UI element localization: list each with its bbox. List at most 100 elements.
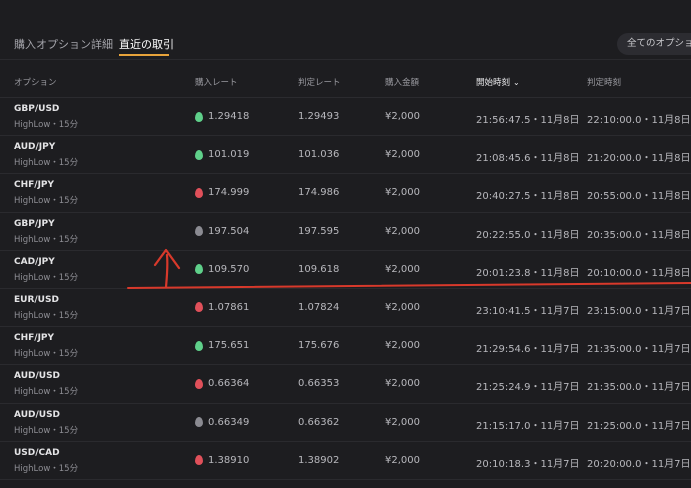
table-row[interactable]: AUD/USD HighLow・15分 0.66364 0.66353 ¥2,0… — [0, 365, 691, 404]
row-judge-rate: 174.986 — [298, 187, 340, 199]
row-currency-pair: CHF/JPY — [14, 333, 55, 344]
column-header-start-time[interactable]: 開始時刻 ⌄ — [476, 76, 520, 88]
table-row[interactable]: CHF/JPY HighLow・15分 174.999 174.986 ¥2,0… — [0, 174, 691, 213]
row-buy-rate: 0.66349 — [195, 417, 249, 428]
table-row[interactable]: GBP/JPY HighLow・15分 197.504 197.595 ¥2,0… — [0, 213, 691, 251]
row-judge-time: 21:35:00.0・11月7日 — [587, 344, 691, 356]
row-start-time: 21:08:45.6・11月8日 — [476, 153, 580, 165]
row-amount: ¥2,000 — [385, 340, 420, 352]
table-row[interactable]: CAD/JPY HighLow・15分 109.570 109.618 ¥2,0… — [0, 251, 691, 289]
table-row[interactable]: CHF/JPY HighLow・15分 175.651 175.676 ¥2,0… — [0, 327, 691, 366]
row-amount: ¥2,000 — [385, 416, 420, 428]
row-start-time: 20:22:55.0・11月8日 — [476, 229, 580, 241]
row-currency-pair: AUD/USD — [14, 409, 61, 420]
row-amount: ¥2,000 — [385, 454, 420, 466]
row-currency-pair: AUD/JPY — [14, 142, 56, 153]
column-header-judge-time[interactable]: 判定時刻 — [587, 76, 621, 88]
row-judge-time: 22:10:00.0・11月8日 — [587, 115, 691, 126]
row-option-type: HighLow・15分 — [14, 349, 79, 360]
row-start-time: 21:25:24.9・11月7日 — [476, 382, 580, 394]
row-option-type: HighLow・15分 — [14, 120, 79, 130]
row-judge-time: 23:15:00.0・11月7日 — [587, 305, 691, 317]
table-row[interactable]: AUD/USD HighLow・15分 0.66349 0.66362 ¥2,0… — [0, 404, 691, 442]
trade-table-body: GBP/USD HighLow・15分 1.29418 1.29493 ¥2,0… — [0, 98, 691, 480]
table-row[interactable]: GBP/USD HighLow・15分 1.29418 1.29493 ¥2,0… — [0, 98, 691, 137]
table-row[interactable]: EUR/USD HighLow・15分 1.07861 1.07824 ¥2,0… — [0, 289, 691, 328]
drop-icon — [195, 187, 203, 198]
drop-icon — [195, 378, 203, 389]
active-tab-indicator — [119, 54, 169, 56]
row-amount: ¥2,000 — [385, 111, 420, 122]
row-start-time: 21:56:47.5・11月8日 — [476, 115, 580, 126]
drop-icon — [195, 264, 203, 275]
row-buy-rate-value: 0.66364 — [208, 378, 250, 390]
row-buy-rate: 1.07861 — [195, 302, 249, 313]
row-judge-time: 20:20:00.0・11月7日 — [587, 458, 691, 470]
row-judge-time: 20:55:00.0・11月8日 — [587, 191, 691, 203]
row-judge-time: 21:25:00.0・11月7日 — [587, 420, 691, 432]
row-amount: ¥2,000 — [385, 149, 420, 161]
row-currency-pair: GBP/JPY — [14, 218, 55, 229]
row-start-time: 20:10:18.3・11月7日 — [476, 458, 580, 470]
row-currency-pair: AUD/USD — [14, 371, 61, 382]
row-option-type: HighLow・15分 — [14, 196, 79, 207]
row-amount: ¥2,000 — [385, 263, 420, 275]
row-judge-rate: 1.07824 — [298, 301, 340, 313]
row-buy-rate: 101.019 — [195, 149, 249, 160]
row-buy-rate-value: 109.570 — [208, 263, 250, 275]
column-header-judge-rate[interactable]: 判定レート — [298, 76, 341, 88]
option-filter-dropdown[interactable]: 全てのオプショ — [617, 33, 691, 55]
row-judge-time: 20:35:00.0・11月8日 — [587, 229, 691, 241]
row-judge-rate: 175.676 — [298, 340, 340, 352]
row-option-type: HighLow・15分 — [14, 272, 79, 283]
drop-icon — [195, 302, 203, 313]
row-buy-rate-value: 1.07861 — [208, 301, 250, 313]
column-header-option[interactable]: オプション — [14, 76, 57, 88]
drop-icon — [195, 417, 203, 427]
row-amount: ¥2,000 — [385, 225, 420, 237]
row-judge-rate: 0.66353 — [298, 378, 340, 390]
row-buy-rate: 197.504 — [195, 226, 249, 237]
row-buy-rate-value: 174.999 — [208, 187, 250, 199]
row-buy-rate-value: 175.651 — [208, 340, 250, 352]
row-currency-pair: EUR/USD — [14, 294, 59, 305]
row-judge-rate: 101.036 — [298, 149, 340, 161]
tab-recent-trades[interactable]: 直近の取引 — [119, 36, 174, 52]
row-buy-rate-value: 197.504 — [208, 225, 250, 237]
row-buy-rate: 0.66364 — [195, 378, 249, 389]
row-judge-time: 20:10:00.0・11月8日 — [587, 267, 691, 279]
column-header-amount[interactable]: 購入金額 — [385, 76, 419, 88]
drop-icon — [195, 111, 203, 122]
drop-icon — [195, 455, 203, 466]
tab-purchase-options[interactable]: 購入オプション詳細 — [14, 36, 113, 52]
row-buy-rate: 175.651 — [195, 340, 249, 351]
row-start-time: 21:15:17.0・11月7日 — [476, 420, 580, 432]
column-header-buy-rate[interactable]: 購入レート — [195, 76, 238, 88]
drop-icon — [195, 226, 203, 237]
row-currency-pair: CHF/JPY — [14, 180, 55, 191]
row-buy-rate-value: 1.29418 — [208, 111, 250, 122]
row-start-time: 20:40:27.5・11月8日 — [476, 191, 580, 203]
column-header-start-time-label: 開始時刻 — [476, 78, 511, 88]
row-buy-rate: 109.570 — [195, 264, 249, 275]
chevron-down-icon: ⌄ — [513, 78, 520, 87]
row-buy-rate-value: 0.66349 — [208, 416, 250, 428]
row-amount: ¥2,000 — [385, 301, 420, 313]
row-judge-rate: 109.618 — [298, 263, 340, 275]
row-currency-pair: CAD/JPY — [14, 256, 55, 267]
row-start-time: 21:29:54.6・11月7日 — [476, 344, 580, 356]
row-option-type: HighLow・15分 — [14, 234, 79, 245]
table-header: オプション 購入レート 判定レート 購入金額 開始時刻 ⌄ 判定時刻 — [0, 60, 691, 98]
table-row[interactable]: USD/CAD HighLow・15分 1.38910 1.38902 ¥2,0… — [0, 442, 691, 480]
row-judge-time: 21:35:00.0・11月7日 — [587, 382, 691, 394]
table-row[interactable]: AUD/JPY HighLow・15分 101.019 101.036 ¥2,0… — [0, 136, 691, 175]
row-judge-time: 21:20:00.0・11月8日 — [587, 153, 691, 165]
trade-history-screen: 購入オプション詳細 直近の取引 全てのオプショ オプション 購入レート 判定レー… — [0, 0, 691, 488]
row-judge-rate: 1.29493 — [298, 111, 340, 122]
row-currency-pair: GBP/USD — [14, 104, 60, 114]
row-buy-rate: 174.999 — [195, 187, 249, 198]
row-option-type: HighLow・15分 — [14, 387, 79, 398]
row-currency-pair: USD/CAD — [14, 447, 60, 458]
row-amount: ¥2,000 — [385, 187, 420, 199]
row-option-type: HighLow・15分 — [14, 158, 79, 169]
